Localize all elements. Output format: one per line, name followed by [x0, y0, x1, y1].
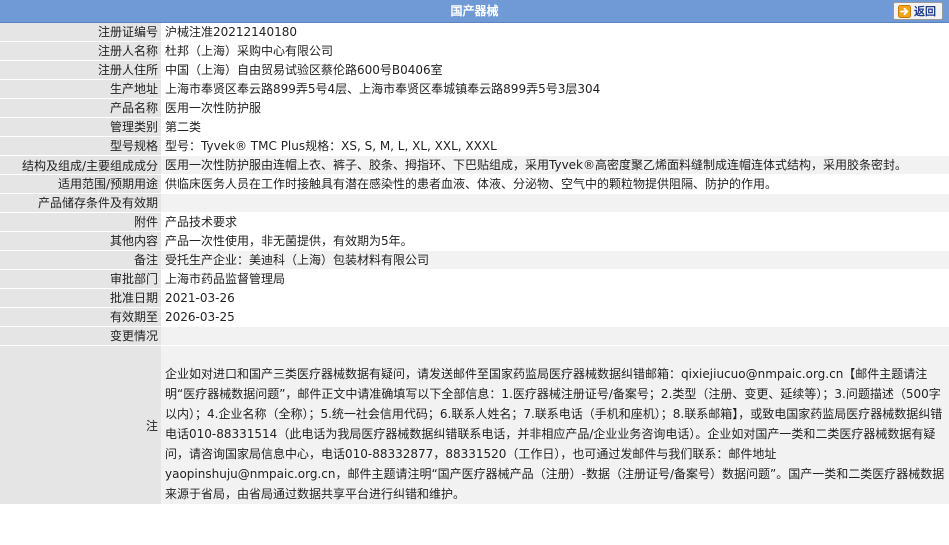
field-value	[161, 326, 949, 346]
row-registrant-address: 注册人住所 中国（上海）自由贸易试验区蔡伦路600号B0406室	[0, 60, 949, 80]
row-management-category: 管理类别 第二类	[0, 117, 949, 137]
back-button-label: 返回	[914, 5, 936, 18]
field-value: 上海市药品监督管理局	[161, 269, 949, 289]
row-registration-no: 注册证编号 沪械注准20212140180	[0, 23, 949, 42]
note-text: 企业如对进口和国产三类医疗器械数据有疑问，请发送邮件至国家药监局医疗器械数据纠错…	[161, 345, 949, 505]
field-value: 杜邦（上海）采购中心有限公司	[161, 41, 949, 61]
note-label: 注	[0, 345, 161, 505]
field-label: 型号规格	[0, 136, 161, 156]
field-label: 结构及组成/主要组成成分	[0, 155, 161, 175]
row-valid-until: 有效期至 2026-03-25	[0, 307, 949, 327]
field-value: 2021-03-26	[161, 288, 949, 308]
field-label: 有效期至	[0, 307, 161, 327]
row-registrant-name: 注册人名称 杜邦（上海）采购中心有限公司	[0, 41, 949, 61]
field-value: 第二类	[161, 117, 949, 137]
page-title: 国产器械	[450, 4, 499, 18]
field-value: 产品一次性使用，非无菌提供，有效期为5年。	[161, 231, 949, 251]
row-product-name: 产品名称 医用一次性防护服	[0, 98, 949, 118]
header-bar: 国产器械 返回	[0, 0, 949, 23]
field-label: 附件	[0, 212, 161, 232]
field-label: 注册人住所	[0, 60, 161, 80]
field-value	[161, 193, 949, 213]
row-change-history: 变更情况	[0, 326, 949, 346]
field-label: 适用范围/预期用途	[0, 174, 161, 194]
field-label: 审批部门	[0, 269, 161, 289]
field-label: 产品储存条件及有效期	[0, 193, 161, 213]
field-value: 供临床医务人员在工作时接触具有潜在感染性的患者血液、体液、分泌物、空气中的颗粒物…	[161, 174, 949, 194]
field-label: 其他内容	[0, 231, 161, 251]
row-attachment: 附件 产品技术要求	[0, 212, 949, 232]
field-label: 生产地址	[0, 79, 161, 99]
device-info-table: 注册证编号 沪械注准20212140180 注册人名称 杜邦（上海）采购中心有限…	[0, 23, 949, 505]
row-storage-validity: 产品储存条件及有效期	[0, 193, 949, 213]
field-label: 变更情况	[0, 326, 161, 346]
row-remarks: 备注 受托生产企业：美迪科（上海）包装材料有限公司	[0, 250, 949, 270]
row-structure-composition: 结构及组成/主要组成成分 医用一次性防护服由连帽上衣、裤子、胶条、拇指环、下巴贴…	[0, 155, 949, 175]
field-value: 沪械注准20212140180	[161, 23, 949, 42]
field-value: 受托生产企业：美迪科（上海）包装材料有限公司	[161, 250, 949, 270]
field-value: 医用一次性防护服	[161, 98, 949, 118]
field-label: 注册证编号	[0, 23, 161, 42]
arrow-right-icon	[898, 4, 911, 18]
field-value: 上海市奉贤区奉云路899弄5号4层、上海市奉贤区奉城镇奉云路899弄5号3层30…	[161, 79, 949, 99]
field-value: 产品技术要求	[161, 212, 949, 232]
row-approval-date: 批准日期 2021-03-26	[0, 288, 949, 308]
row-production-address: 生产地址 上海市奉贤区奉云路899弄5号4层、上海市奉贤区奉城镇奉云路899弄5…	[0, 79, 949, 99]
row-other-content: 其他内容 产品一次性使用，非无菌提供，有效期为5年。	[0, 231, 949, 251]
row-model-spec: 型号规格 型号：Tyvek® TMC Plus规格：XS, S, M, L, X…	[0, 136, 949, 156]
row-note: 注 企业如对进口和国产三类医疗器械数据有疑问，请发送邮件至国家药监局医疗器械数据…	[0, 345, 949, 505]
field-label: 批准日期	[0, 288, 161, 308]
field-value: 医用一次性防护服由连帽上衣、裤子、胶条、拇指环、下巴贴组成，采用Tyvek®高密…	[161, 155, 949, 175]
row-approval-department: 审批部门 上海市药品监督管理局	[0, 269, 949, 289]
field-value: 中国（上海）自由贸易试验区蔡伦路600号B0406室	[161, 60, 949, 80]
field-value: 型号：Tyvek® TMC Plus规格：XS, S, M, L, XL, XX…	[161, 136, 949, 156]
field-value: 2026-03-25	[161, 307, 949, 327]
row-intended-use: 适用范围/预期用途 供临床医务人员在工作时接触具有潜在感染性的患者血液、体液、分…	[0, 174, 949, 194]
field-label: 管理类别	[0, 117, 161, 137]
field-label: 备注	[0, 250, 161, 270]
back-button[interactable]: 返回	[893, 2, 943, 20]
field-label: 产品名称	[0, 98, 161, 118]
field-label: 注册人名称	[0, 41, 161, 61]
